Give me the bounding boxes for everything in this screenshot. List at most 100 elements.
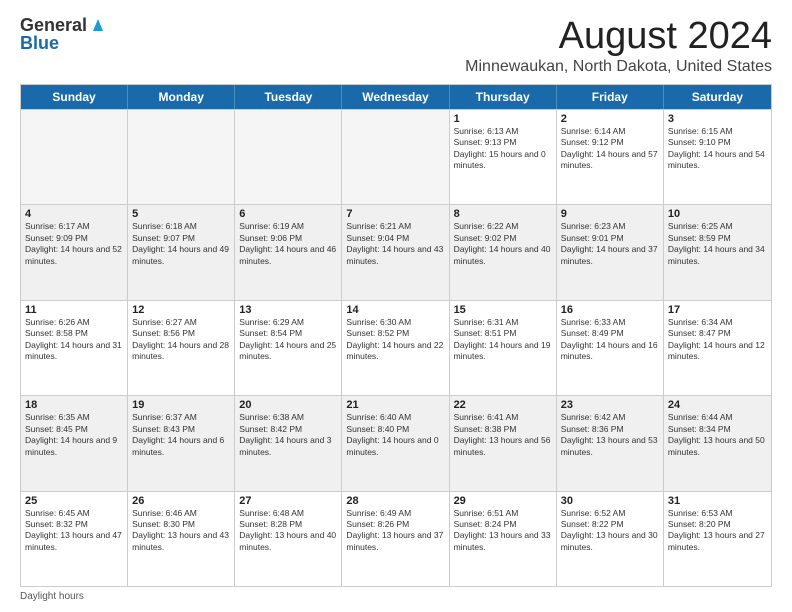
calendar-cell: 26Sunrise: 6:46 AM Sunset: 8:30 PM Dayli… [128,492,235,586]
calendar-row-2: 4Sunrise: 6:17 AM Sunset: 9:09 PM Daylig… [21,204,771,299]
cell-info: Sunrise: 6:17 AM Sunset: 9:09 PM Dayligh… [25,221,123,267]
logo-blue: Blue [20,33,59,53]
calendar-cell: 23Sunrise: 6:42 AM Sunset: 8:36 PM Dayli… [557,396,664,490]
day-number: 2 [561,113,659,125]
calendar-cell: 27Sunrise: 6:48 AM Sunset: 8:28 PM Dayli… [235,492,342,586]
day-number: 4 [25,208,123,220]
cell-info: Sunrise: 6:25 AM Sunset: 8:59 PM Dayligh… [668,221,767,267]
footer-note: Daylight hours [20,591,772,602]
cell-info: Sunrise: 6:37 AM Sunset: 8:43 PM Dayligh… [132,412,230,458]
day-number: 16 [561,304,659,316]
calendar-cell: 24Sunrise: 6:44 AM Sunset: 8:34 PM Dayli… [664,396,771,490]
cell-info: Sunrise: 6:21 AM Sunset: 9:04 PM Dayligh… [346,221,444,267]
cell-info: Sunrise: 6:48 AM Sunset: 8:28 PM Dayligh… [239,508,337,554]
day-number: 3 [668,113,767,125]
calendar-cell: 12Sunrise: 6:27 AM Sunset: 8:56 PM Dayli… [128,301,235,395]
day-number: 22 [454,399,552,411]
calendar-cell: 16Sunrise: 6:33 AM Sunset: 8:49 PM Dayli… [557,301,664,395]
day-number: 21 [346,399,444,411]
header-day-saturday: Saturday [664,85,771,109]
calendar-cell: 5Sunrise: 6:18 AM Sunset: 9:07 PM Daylig… [128,205,235,299]
calendar-row-4: 18Sunrise: 6:35 AM Sunset: 8:45 PM Dayli… [21,395,771,490]
day-number: 17 [668,304,767,316]
cell-info: Sunrise: 6:52 AM Sunset: 8:22 PM Dayligh… [561,508,659,554]
cell-info: Sunrise: 6:18 AM Sunset: 9:07 PM Dayligh… [132,221,230,267]
day-number: 5 [132,208,230,220]
cell-info: Sunrise: 6:34 AM Sunset: 8:47 PM Dayligh… [668,317,767,363]
day-number: 25 [25,495,123,507]
cell-info: Sunrise: 6:22 AM Sunset: 9:02 PM Dayligh… [454,221,552,267]
cell-info: Sunrise: 6:42 AM Sunset: 8:36 PM Dayligh… [561,412,659,458]
calendar-cell: 6Sunrise: 6:19 AM Sunset: 9:06 PM Daylig… [235,205,342,299]
day-number: 18 [25,399,123,411]
cell-info: Sunrise: 6:15 AM Sunset: 9:10 PM Dayligh… [668,126,767,172]
day-number: 11 [25,304,123,316]
day-number: 12 [132,304,230,316]
day-number: 15 [454,304,552,316]
calendar-cell: 18Sunrise: 6:35 AM Sunset: 8:45 PM Dayli… [21,396,128,490]
day-number: 6 [239,208,337,220]
calendar-cell: 10Sunrise: 6:25 AM Sunset: 8:59 PM Dayli… [664,205,771,299]
day-number: 1 [454,113,552,125]
cell-info: Sunrise: 6:46 AM Sunset: 8:30 PM Dayligh… [132,508,230,554]
cell-info: Sunrise: 6:40 AM Sunset: 8:40 PM Dayligh… [346,412,444,458]
day-number: 28 [346,495,444,507]
header-day-sunday: Sunday [21,85,128,109]
calendar-cell: 28Sunrise: 6:49 AM Sunset: 8:26 PM Dayli… [342,492,449,586]
logo-icon [89,15,107,33]
day-number: 10 [668,208,767,220]
calendar-cell: 13Sunrise: 6:29 AM Sunset: 8:54 PM Dayli… [235,301,342,395]
calendar-cell: 2Sunrise: 6:14 AM Sunset: 9:12 PM Daylig… [557,110,664,204]
calendar-cell: 30Sunrise: 6:52 AM Sunset: 8:22 PM Dayli… [557,492,664,586]
calendar-cell [21,110,128,204]
day-number: 19 [132,399,230,411]
calendar-row-3: 11Sunrise: 6:26 AM Sunset: 8:58 PM Dayli… [21,300,771,395]
cell-info: Sunrise: 6:27 AM Sunset: 8:56 PM Dayligh… [132,317,230,363]
cell-info: Sunrise: 6:13 AM Sunset: 9:13 PM Dayligh… [454,126,552,172]
cell-info: Sunrise: 6:14 AM Sunset: 9:12 PM Dayligh… [561,126,659,172]
cell-info: Sunrise: 6:45 AM Sunset: 8:32 PM Dayligh… [25,508,123,554]
day-number: 26 [132,495,230,507]
cell-info: Sunrise: 6:38 AM Sunset: 8:42 PM Dayligh… [239,412,337,458]
day-number: 27 [239,495,337,507]
calendar-cell: 11Sunrise: 6:26 AM Sunset: 8:58 PM Dayli… [21,301,128,395]
cell-info: Sunrise: 6:26 AM Sunset: 8:58 PM Dayligh… [25,317,123,363]
header-day-wednesday: Wednesday [342,85,449,109]
cell-info: Sunrise: 6:23 AM Sunset: 9:01 PM Dayligh… [561,221,659,267]
calendar-cell [128,110,235,204]
day-number: 31 [668,495,767,507]
calendar-row-5: 25Sunrise: 6:45 AM Sunset: 8:32 PM Dayli… [21,491,771,586]
calendar-header: SundayMondayTuesdayWednesdayThursdayFrid… [21,85,771,109]
day-number: 20 [239,399,337,411]
calendar-cell: 8Sunrise: 6:22 AM Sunset: 9:02 PM Daylig… [450,205,557,299]
cell-info: Sunrise: 6:30 AM Sunset: 8:52 PM Dayligh… [346,317,444,363]
calendar-cell: 20Sunrise: 6:38 AM Sunset: 8:42 PM Dayli… [235,396,342,490]
calendar-cell [342,110,449,204]
calendar-cell: 9Sunrise: 6:23 AM Sunset: 9:01 PM Daylig… [557,205,664,299]
day-number: 7 [346,208,444,220]
calendar-cell: 4Sunrise: 6:17 AM Sunset: 9:09 PM Daylig… [21,205,128,299]
day-number: 13 [239,304,337,316]
calendar-cell [235,110,342,204]
calendar-cell: 19Sunrise: 6:37 AM Sunset: 8:43 PM Dayli… [128,396,235,490]
day-number: 23 [561,399,659,411]
calendar-cell: 31Sunrise: 6:53 AM Sunset: 8:20 PM Dayli… [664,492,771,586]
day-number: 8 [454,208,552,220]
cell-info: Sunrise: 6:41 AM Sunset: 8:38 PM Dayligh… [454,412,552,458]
cell-info: Sunrise: 6:53 AM Sunset: 8:20 PM Dayligh… [668,508,767,554]
cell-info: Sunrise: 6:35 AM Sunset: 8:45 PM Dayligh… [25,412,123,458]
cell-info: Sunrise: 6:19 AM Sunset: 9:06 PM Dayligh… [239,221,337,267]
header-day-friday: Friday [557,85,664,109]
location: Minnewaukan, North Dakota, United States [465,58,772,76]
logo: General Blue [20,16,107,54]
cell-info: Sunrise: 6:29 AM Sunset: 8:54 PM Dayligh… [239,317,337,363]
calendar-cell: 3Sunrise: 6:15 AM Sunset: 9:10 PM Daylig… [664,110,771,204]
header-day-monday: Monday [128,85,235,109]
cell-info: Sunrise: 6:31 AM Sunset: 8:51 PM Dayligh… [454,317,552,363]
month-title: August 2024 [465,16,772,58]
calendar-cell: 25Sunrise: 6:45 AM Sunset: 8:32 PM Dayli… [21,492,128,586]
day-number: 29 [454,495,552,507]
cell-info: Sunrise: 6:51 AM Sunset: 8:24 PM Dayligh… [454,508,552,554]
cell-info: Sunrise: 6:44 AM Sunset: 8:34 PM Dayligh… [668,412,767,458]
day-number: 9 [561,208,659,220]
